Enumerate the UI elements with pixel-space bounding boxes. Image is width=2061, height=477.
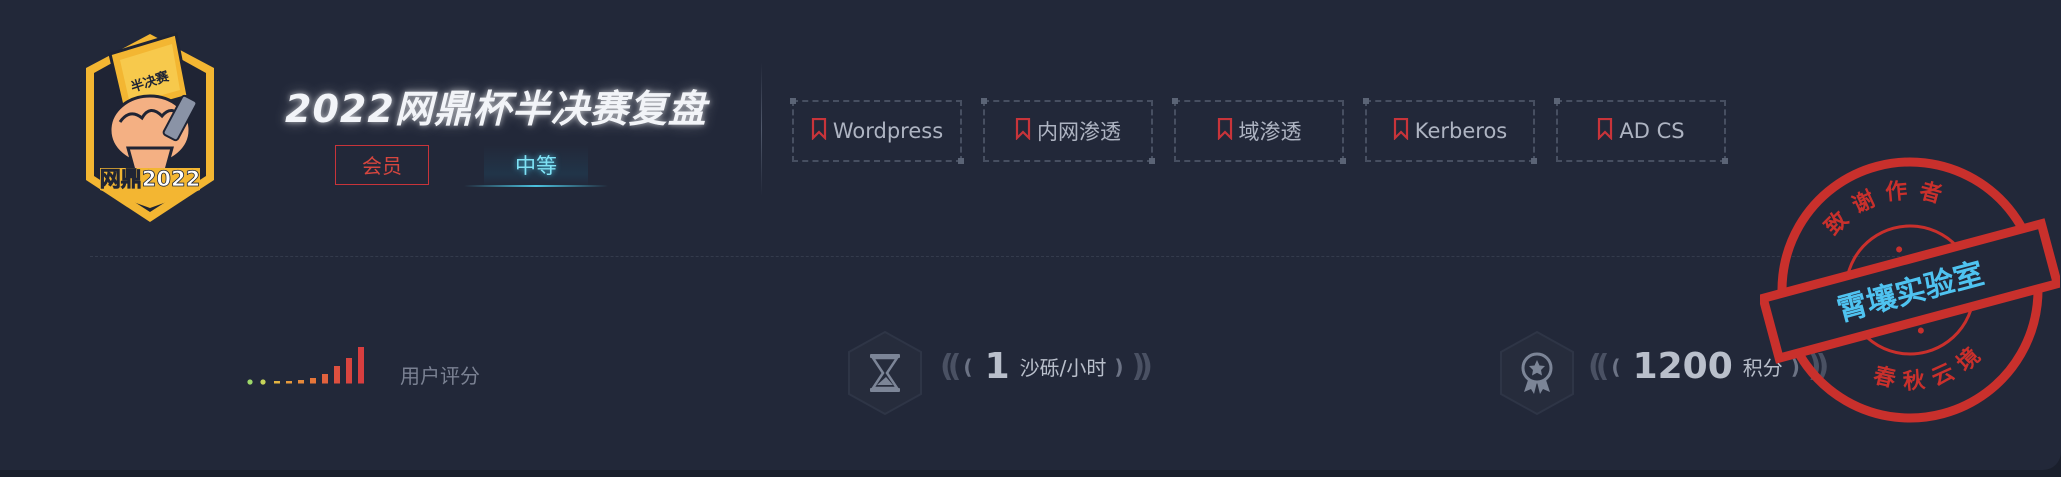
topic-label: Kerberos	[1414, 119, 1508, 143]
bracket-decoration: (	[1611, 354, 1621, 379]
bracket-decoration: (	[963, 354, 973, 379]
topic-tag-kerberos[interactable]: Kerberos	[1363, 98, 1537, 164]
sand-rate-stat: (( ( 1 沙砾/小时 ) ))	[940, 346, 1154, 387]
bookmark-icon	[1217, 117, 1233, 145]
difficulty-tag: 中等	[464, 145, 608, 187]
topic-tag-domain[interactable]: 域渗透	[1172, 98, 1346, 164]
bookmark-icon	[1015, 117, 1031, 145]
page-title: 2022网鼎杯半决赛复盘	[285, 87, 707, 131]
points-value: 1200	[1632, 346, 1733, 387]
course-card: 半决赛 网鼎2022 2022网鼎杯半决赛复盘 会员 中等 Wordpress …	[0, 0, 2061, 470]
vertical-divider	[761, 62, 762, 196]
author-thanks-stamp: 致谢作者 春秋云境 霄壤实验室	[1760, 157, 2060, 423]
rating-bars-icon	[247, 347, 364, 385]
sand-value: 1	[984, 346, 1010, 387]
topic-tag-wordpress[interactable]: Wordpress	[790, 98, 964, 164]
topic-label: Wordpress	[832, 119, 944, 143]
bracket-decoration: ((	[940, 349, 962, 384]
topic-tag-adcs[interactable]: AD CS	[1554, 98, 1728, 164]
topic-label: 内网渗透	[1037, 120, 1121, 144]
bracket-decoration: )	[1114, 354, 1124, 379]
hourglass-icon	[848, 330, 922, 416]
bracket-decoration: ))	[1131, 349, 1154, 384]
topic-label: 域渗透	[1238, 120, 1302, 144]
bookmark-icon	[1393, 117, 1409, 145]
member-tag[interactable]: 会员	[335, 145, 429, 185]
topic-label: AD CS	[1619, 119, 1685, 143]
bookmark-icon	[811, 117, 827, 145]
rating-label: 用户评分	[400, 364, 480, 388]
topic-tag-intranet[interactable]: 内网渗透	[981, 98, 1155, 164]
trophy-fist-badge-logo: 半决赛 网鼎2022	[86, 32, 214, 222]
bookmark-icon	[1597, 117, 1613, 145]
badge-bottom-text: 网鼎2022	[100, 167, 200, 191]
sand-unit: 沙砾/小时	[1019, 356, 1107, 380]
bracket-decoration: ((	[1588, 349, 1610, 384]
medal-icon	[1500, 330, 1574, 416]
horizontal-divider	[90, 256, 1990, 257]
